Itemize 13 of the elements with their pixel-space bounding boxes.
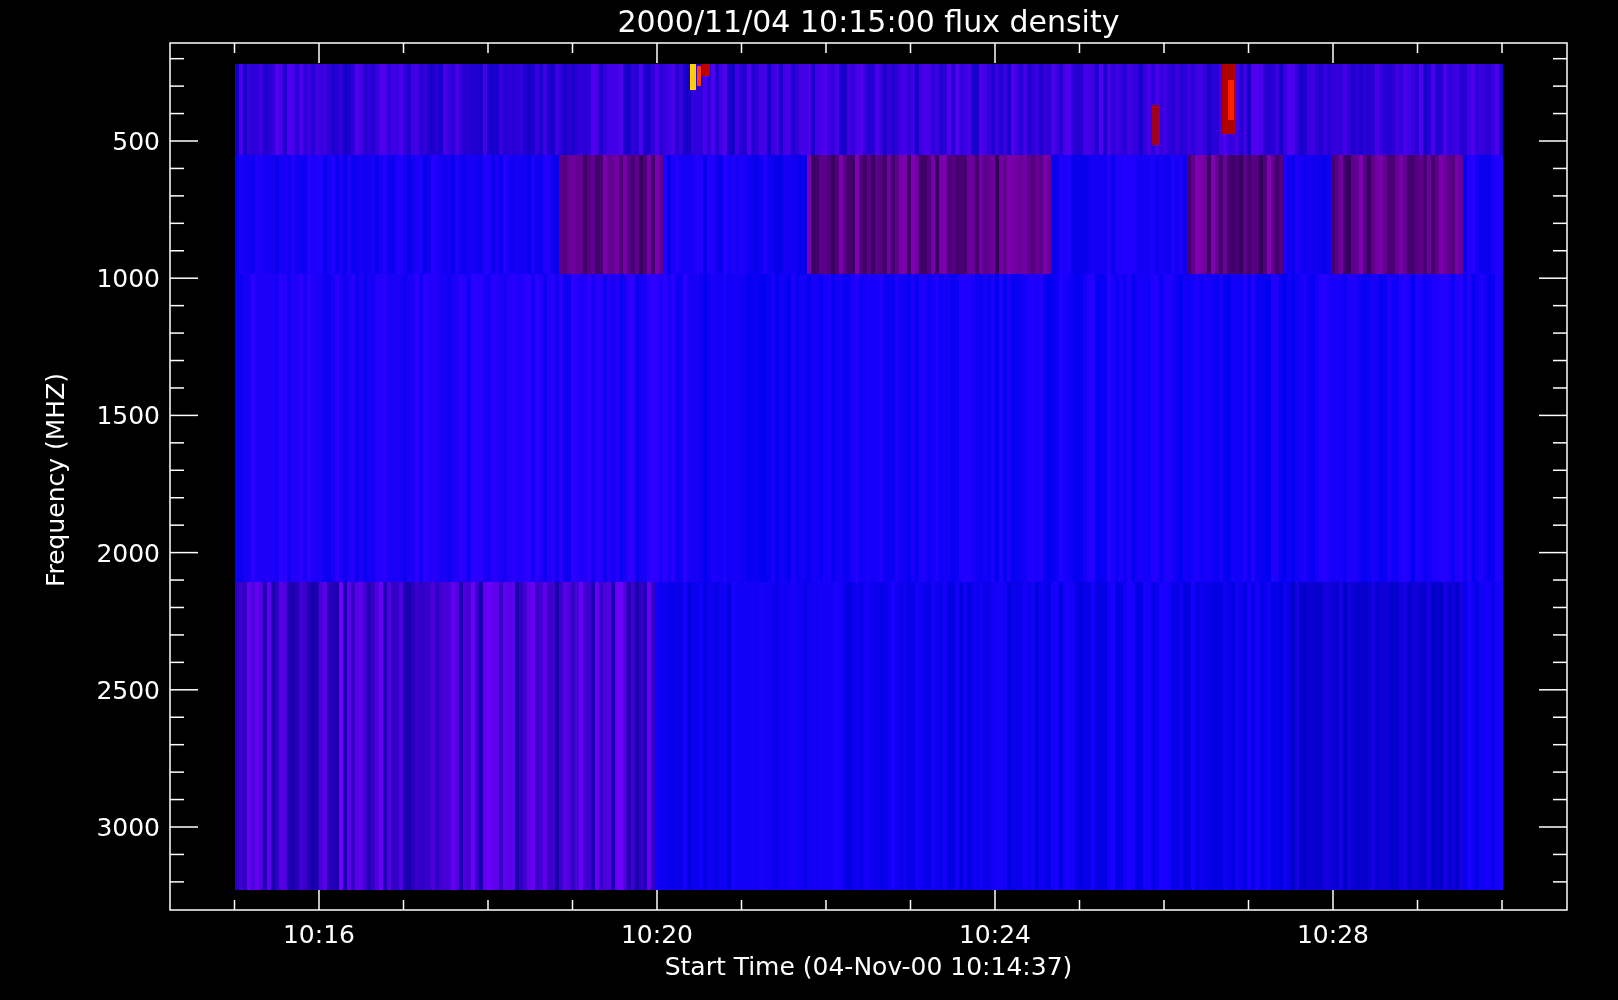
x-axis-label: Start Time (04-Nov-00 10:14:37) (664, 952, 1073, 981)
x-tick-label: 10:20 (621, 920, 693, 949)
y-tick-label: 500 (112, 127, 160, 156)
x-tick-label: 10:16 (283, 920, 355, 949)
y-tick-label: 1000 (96, 264, 160, 294)
chart-title: 2000/11/04 10:15:00 flux density (617, 4, 1120, 39)
y-tick-label: 2500 (96, 675, 160, 705)
y-tick-label: 1500 (96, 401, 160, 431)
x-tick-label: 10:28 (1297, 920, 1369, 949)
x-tick-label: 10:24 (959, 920, 1031, 949)
y-tick-label: 2000 (96, 538, 160, 568)
y-tick-label: 3000 (96, 813, 160, 842)
y-axis-label: Frequency (MHZ) (41, 372, 70, 588)
